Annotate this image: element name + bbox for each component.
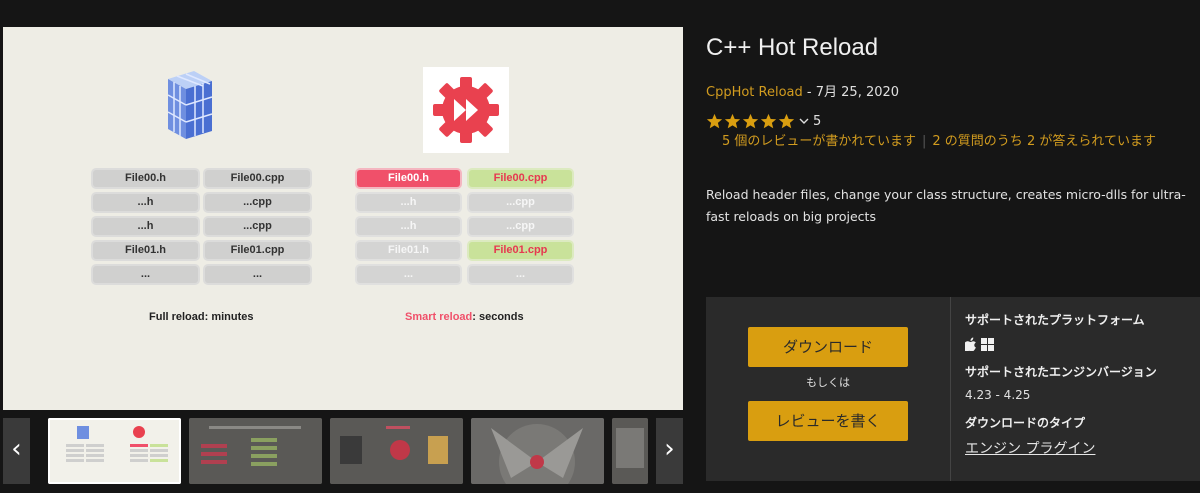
thumbnail-1[interactable] [48, 418, 181, 484]
thumbnail-preview [189, 418, 322, 484]
file-chip: ...h [93, 218, 198, 235]
download-type-heading: ダウンロードのタイプ [965, 416, 1086, 430]
gear-icon [433, 77, 499, 143]
chevron-right-icon[interactable]: › [656, 418, 683, 484]
smart-reload-caption: Smart reload: seconds [405, 311, 524, 323]
meta-separator: - [802, 85, 816, 100]
windows-icon [981, 337, 994, 351]
file-chip: File01.h [93, 242, 198, 259]
file-chip: File01.h [357, 242, 460, 259]
file-chip: File01.cpp [205, 242, 310, 259]
rating-summary[interactable]: 5 [706, 111, 821, 131]
file-chip: ... [469, 266, 572, 283]
hero-image: File00.h File00.cpp ...h ...cpp ...h ...… [3, 27, 683, 410]
star-icon [760, 113, 777, 128]
file-chip: ...cpp [469, 218, 572, 235]
smart-reload-highlight: Smart reload [405, 311, 473, 323]
file-chip: ...cpp [205, 218, 310, 235]
thumbnail-3[interactable] [330, 418, 463, 484]
thumbnail-preview [471, 418, 604, 484]
write-review-button[interactable]: レビューを書く [748, 401, 908, 441]
file-chip: ...cpp [205, 194, 310, 211]
thumbnail-preview [612, 418, 648, 484]
file-chip: ...h [357, 194, 460, 211]
file-chip: File00.cpp [205, 170, 310, 187]
thumbnail-2[interactable] [189, 418, 322, 484]
engine-version-heading: サポートされたエンジンバージョン [965, 365, 1157, 379]
panel-divider [950, 297, 951, 481]
star-icon [706, 113, 723, 128]
or-label: もしくは [806, 376, 850, 389]
product-title: C++ Hot Reload [706, 34, 879, 61]
file-chip-changed: File00.h [357, 170, 460, 187]
rating-value: 5 [813, 113, 822, 129]
questions-link[interactable]: 2 の質問のうち 2 が答えられています [932, 134, 1156, 149]
chevron-down-icon[interactable] [799, 117, 809, 125]
chevron-left-icon[interactable]: ‹ [3, 418, 30, 484]
download-type-link[interactable]: エンジン プラグイン [965, 438, 1095, 458]
platforms-heading: サポートされたプラットフォーム [965, 313, 1145, 327]
smart-reload-rest: : seconds [472, 311, 524, 323]
link-separator: | [922, 134, 927, 149]
thumbnail-preview [330, 418, 463, 484]
full-reload-caption: Full reload: minutes [149, 311, 254, 323]
thumbnail-5[interactable] [612, 418, 648, 484]
thumbnail-4[interactable] [471, 418, 604, 484]
star-icon [724, 113, 741, 128]
file-chip: ...h [357, 218, 460, 235]
cube-icon [167, 71, 213, 139]
review-question-links: 5 個のレビューが書かれています | 2 の質問のうち 2 が答えられています [722, 131, 1187, 153]
release-date: 7月 25, 2020 [815, 85, 900, 100]
download-button[interactable]: ダウンロード [748, 327, 908, 367]
hot-reload-logo [423, 67, 509, 153]
purchase-panel: ダウンロード もしくは レビューを書く サポートされたプラットフォーム サポート… [706, 297, 1200, 481]
apple-icon [965, 337, 976, 351]
file-chip-recompiled: File00.cpp [469, 170, 572, 187]
thumbnail-preview [66, 426, 168, 462]
file-chip: ... [205, 266, 310, 283]
file-chip: File00.h [93, 170, 198, 187]
reviews-link[interactable]: 5 個のレビューが書かれています [722, 134, 916, 149]
seller-link[interactable]: CppHot Reload [706, 85, 803, 100]
file-chip: ... [93, 266, 198, 283]
star-icon [742, 113, 759, 128]
thumbnail-strip: ‹ › [3, 418, 683, 484]
file-chip-recompiled: File01.cpp [469, 242, 572, 259]
product-description: Reload header files, change your class s… [706, 187, 1186, 224]
star-icon [778, 113, 795, 128]
file-chip: ...h [93, 194, 198, 211]
platform-icons [965, 337, 994, 351]
engine-versions: 4.23 - 4.25 [965, 388, 1031, 402]
file-chip: ...cpp [469, 194, 572, 211]
product-meta: CppHot Reload - 7月 25, 2020 [706, 81, 899, 100]
file-chip: ... [357, 266, 460, 283]
